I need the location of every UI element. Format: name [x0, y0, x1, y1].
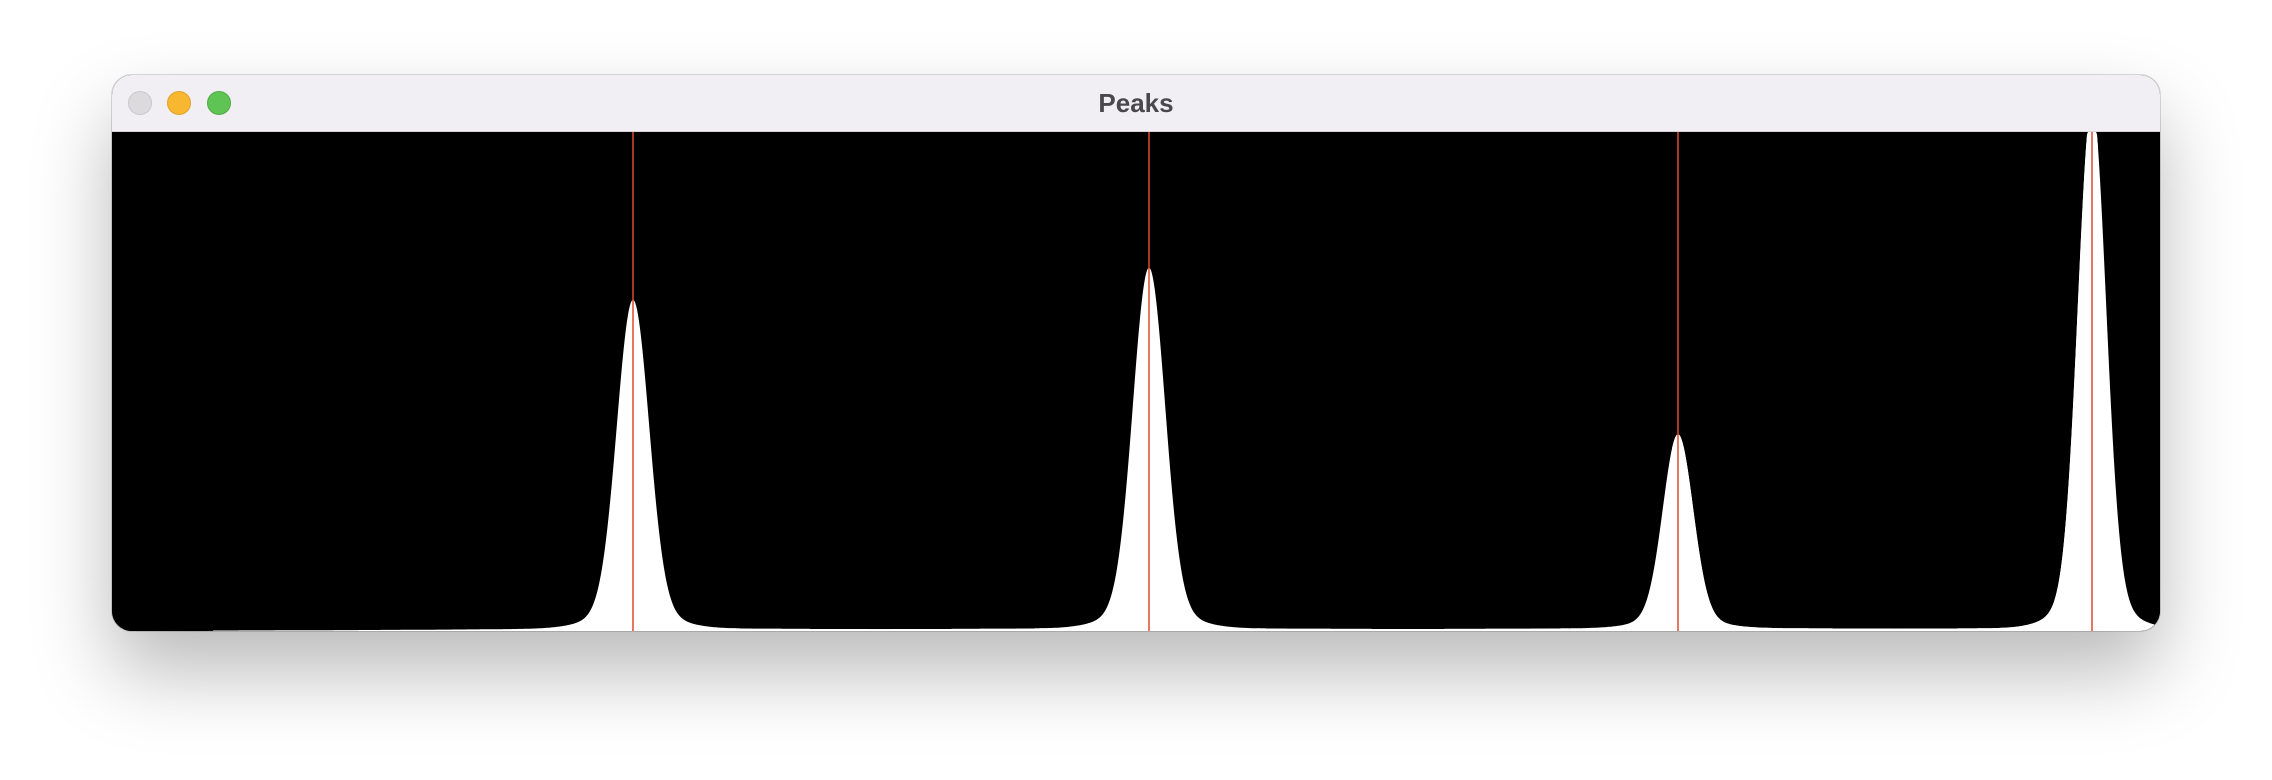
title-bar[interactable]: Peaks [112, 75, 2160, 132]
peaks-chart [213, 132, 2160, 631]
peaks-plot [112, 132, 2160, 631]
peaks-window: Peaks [112, 75, 2160, 631]
window-title: Peaks [1098, 88, 1174, 118]
peak-area-4 [1672, 132, 2160, 631]
